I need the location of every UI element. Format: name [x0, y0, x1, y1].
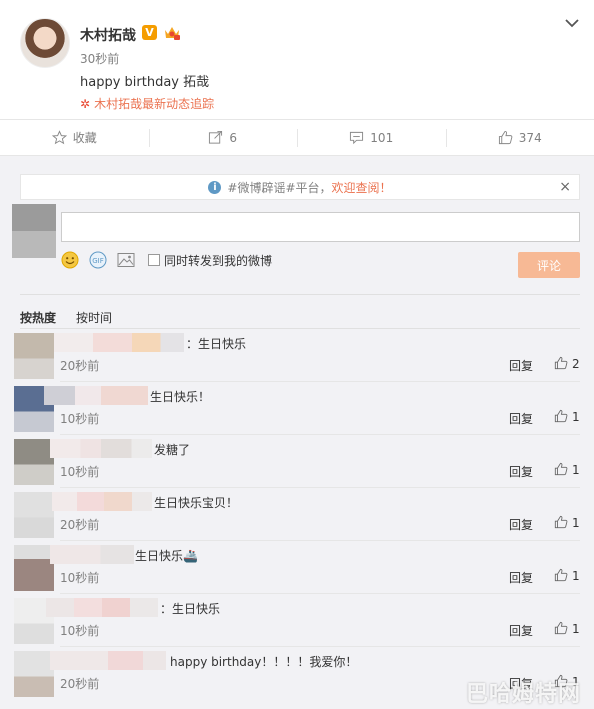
favorite-button[interactable]: 收藏: [0, 120, 149, 155]
commenter-name-blurred[interactable]: [52, 492, 152, 511]
post-time[interactable]: 30秒前: [80, 50, 119, 67]
commenter-name-blurred[interactable]: [50, 439, 152, 458]
comment-time: 20秒前: [60, 518, 100, 532]
post-text: happy birthday 拓哉: [80, 75, 210, 90]
reply-button[interactable]: 回复: [509, 357, 533, 374]
weibo-card: 木村拓哉 V 30秒前 happy birthday 拓哉 ✲ 木村拓哉最新动态…: [0, 0, 594, 709]
emoji-icon[interactable]: [61, 251, 79, 269]
comment-time: 20秒前: [60, 359, 100, 373]
commenter-name-blurred[interactable]: [44, 386, 148, 405]
comment-time: 20秒前: [60, 677, 100, 691]
comment-item: 生日快乐宝贝！ 20秒前 回复 1: [0, 488, 594, 541]
notice-link[interactable]: 欢迎查阅！: [332, 179, 392, 196]
my-avatar: [12, 204, 56, 258]
comment-item: ：生日快乐 10秒前 回复 1: [0, 594, 594, 647]
comment-time: 10秒前: [60, 465, 100, 479]
comment-like-count: 1: [572, 622, 580, 636]
commenter-name-blurred[interactable]: [46, 598, 158, 617]
like-button[interactable]: 374: [445, 120, 594, 155]
comment-like-count: 1: [572, 516, 580, 530]
comment-time: 10秒前: [60, 624, 100, 638]
forward-button[interactable]: 6: [148, 120, 298, 155]
star-icon: [51, 130, 67, 145]
reply-button[interactable]: 回复: [509, 516, 533, 533]
like-count: 374: [518, 130, 542, 145]
commenter-avatar[interactable]: [14, 651, 54, 697]
comment-text: 发糖了: [154, 443, 191, 457]
image-icon[interactable]: [117, 252, 135, 268]
gif-icon[interactable]: GIF: [89, 251, 107, 269]
action-bar: 收藏 6 101 374: [0, 119, 594, 156]
comment-like-count: 1: [572, 569, 580, 583]
commenter-name-blurred[interactable]: [54, 333, 184, 352]
author-name[interactable]: 木村拓哉: [80, 25, 136, 45]
close-icon[interactable]: ×: [559, 179, 571, 195]
sort-by-time-tab[interactable]: 按时间: [76, 309, 112, 326]
forward-checkbox-label[interactable]: 同时转发到我的微博: [164, 252, 272, 269]
comment-text: happy birthday！！！！我爱你！: [170, 655, 358, 669]
comment-item: 发糖了 10秒前 回复 1: [0, 435, 594, 488]
sort-by-hot-tab[interactable]: 按热度: [20, 309, 56, 326]
comment-time: 10秒前: [60, 571, 100, 585]
author-avatar[interactable]: [20, 18, 70, 68]
site-watermark: 巴哈姆特网: [466, 682, 582, 707]
follow-topic-link[interactable]: ✲ 木村拓哉最新动态追踪: [80, 95, 214, 112]
notice-text: #微博辟谣#平台，: [227, 180, 332, 195]
member-crown-icon: [165, 27, 180, 40]
svg-text:GIF: GIF: [92, 257, 104, 265]
comment-time: 10秒前: [60, 412, 100, 426]
comment-item: 生日快乐！ 10秒前 回复 1: [0, 382, 594, 435]
verified-badge-icon: V: [142, 25, 157, 40]
reply-button[interactable]: 回复: [509, 463, 533, 480]
comment-text: 生日快乐🚢: [135, 549, 198, 563]
comment-submit-button[interactable]: 评论: [518, 252, 580, 278]
favorite-label: 收藏: [72, 131, 97, 145]
comment-item: ：生日快乐 20秒前 回复 2: [0, 329, 594, 382]
comment-button[interactable]: 101: [297, 120, 446, 155]
thumbs-up-icon[interactable]: [554, 621, 568, 635]
comment-text: ：生日快乐: [186, 337, 247, 351]
info-icon: i: [208, 180, 222, 194]
forward-icon: [209, 130, 223, 144]
comment-icon: [350, 131, 364, 145]
commenter-avatar[interactable]: [14, 492, 54, 538]
reply-button[interactable]: 回复: [509, 410, 533, 427]
forward-count: 6: [229, 130, 238, 145]
follow-topic-label: 木村拓哉最新动态追踪: [94, 97, 215, 111]
comment-like-count: 1: [572, 463, 580, 477]
comment-text: ：生日快乐: [160, 602, 221, 616]
commenter-avatar[interactable]: [14, 333, 54, 379]
reply-button[interactable]: 回复: [509, 569, 533, 586]
comment-like-count: 1: [572, 410, 580, 424]
thumbs-up-icon[interactable]: [554, 515, 568, 529]
comment-text: 生日快乐！: [150, 390, 211, 404]
chevron-down-icon[interactable]: [564, 17, 580, 29]
sparkle-icon: ✲: [80, 96, 91, 111]
forward-checkbox[interactable]: [148, 254, 160, 266]
thumbs-up-icon[interactable]: [554, 462, 568, 476]
commenter-avatar[interactable]: [14, 439, 54, 485]
divider: [20, 294, 580, 295]
commenter-avatar[interactable]: [14, 545, 54, 591]
comment-text: 生日快乐宝贝！: [154, 496, 239, 510]
commenter-name-blurred[interactable]: [50, 651, 166, 670]
commenter-name-blurred[interactable]: [50, 545, 134, 564]
comment-input[interactable]: [61, 212, 580, 242]
thumbs-up-icon: [498, 130, 513, 145]
thumbs-up-icon[interactable]: [554, 568, 568, 582]
thumbs-up-icon[interactable]: [554, 356, 568, 370]
comment-like-count: 2: [572, 357, 580, 371]
notice-bar: i #微博辟谣#平台， 欢迎查阅！ ×: [20, 174, 580, 200]
thumbs-up-icon[interactable]: [554, 409, 568, 423]
comment-count: 101: [370, 130, 394, 145]
reply-button[interactable]: 回复: [509, 622, 533, 639]
comment-item: 生日快乐🚢 10秒前 回复 1: [0, 541, 594, 594]
